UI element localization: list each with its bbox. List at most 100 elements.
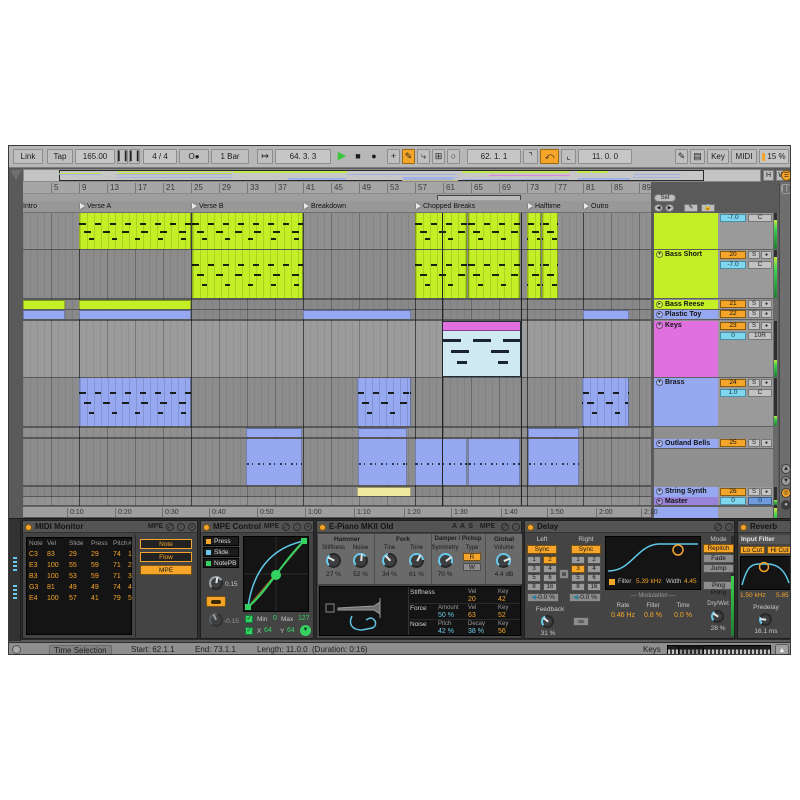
track-activator[interactable]: ● (761, 439, 772, 447)
reverb-freq-value[interactable]: 1.50 kHz (740, 592, 766, 599)
vertical-zoom-icon[interactable]: ▏▏▏ (781, 184, 791, 194)
feedback-value[interactable]: 31 % (535, 630, 561, 637)
clip[interactable] (358, 428, 407, 437)
track-arm-number[interactable]: 26 (720, 488, 746, 496)
hot-swap-icon[interactable]: ⤢ (501, 523, 509, 531)
bar-number[interactable]: 9 (79, 183, 86, 193)
next-locator-button[interactable]: ▶ (665, 204, 674, 212)
track-pan[interactable]: 10R (748, 332, 772, 340)
selection-edge[interactable] (442, 213, 443, 506)
mpe-control-title-bar[interactable]: MPE Control MPE ⤢ ↓ ● (201, 521, 313, 533)
bar-number[interactable]: 85 (611, 183, 623, 193)
range-enable-checkbox[interactable]: ✓ (245, 615, 253, 623)
delay-left-offset[interactable]: ◀-0.0 % (527, 593, 559, 602)
delay-beat-l-1[interactable]: 1 (527, 556, 541, 564)
midi-map-button[interactable]: MIDI (731, 149, 757, 164)
drywet-value[interactable]: 28 % (705, 625, 731, 632)
mpe-secondary-value[interactable]: -0.15 (224, 618, 239, 625)
clip[interactable] (79, 310, 191, 319)
bar-number[interactable]: 89 (639, 183, 651, 193)
tone-knob[interactable] (409, 553, 424, 568)
bar-number[interactable]: 57 (415, 183, 427, 193)
bar-number[interactable]: 29 (219, 183, 231, 193)
delay-beat-r-3[interactable]: 3 (571, 565, 585, 573)
follow-playhead-button[interactable]: ◎ (781, 488, 791, 498)
scrub-area[interactable] (23, 194, 651, 201)
max-value[interactable]: 127 (298, 615, 310, 622)
time-value[interactable]: 0.0 % (669, 612, 697, 619)
bar-number[interactable]: 17 (135, 183, 147, 193)
session-record-button[interactable]: ⊞ (432, 149, 445, 164)
track-header-outland-bells[interactable]: ▸Outland Bells25S● (654, 439, 773, 449)
rate-value[interactable]: 0.46 Hz (609, 612, 637, 619)
bar-number[interactable]: 25 (191, 183, 203, 193)
play-button[interactable]: ▶ (335, 149, 349, 164)
master-volume[interactable]: 0 (720, 497, 746, 505)
clip[interactable] (468, 439, 520, 485)
delay-left-sync-button[interactable]: Sync (527, 545, 557, 554)
track-header-bass-short[interactable]: ▾Bass Short20S●-7.0C (654, 250, 773, 299)
groove-amount-menu[interactable]: O● (179, 149, 209, 164)
y-value[interactable]: 64 (287, 627, 295, 634)
mpe-source-notepb[interactable]: NotePB (203, 558, 239, 568)
pickup-type-w-button[interactable]: W (463, 563, 481, 571)
hot-swap-icon[interactable]: ⤢ (714, 523, 722, 531)
track-header-track-0[interactable]: -7.0C (654, 213, 773, 250)
track-arm-number[interactable]: 23 (720, 322, 746, 330)
filter-freq-value[interactable]: 5.39 kHz (636, 578, 662, 585)
fold-device-icon[interactable]: ● (188, 523, 196, 531)
delay-beat-l-2[interactable]: 2 (543, 556, 557, 564)
predelay-value[interactable]: 16.1 ms (740, 628, 791, 635)
bar-number[interactable]: 5 (51, 183, 58, 193)
matrix-cell-value[interactable]: 38 % (468, 628, 484, 635)
cpu-meter[interactable]: 15 % (759, 149, 789, 164)
clip[interactable] (468, 250, 520, 298)
track-pan[interactable]: C (748, 389, 772, 397)
matrix-cell-value[interactable]: 63 (468, 612, 476, 619)
save-preset-icon[interactable]: ↓ (725, 523, 733, 531)
key-map-button[interactable]: Key (707, 149, 729, 164)
bar-number[interactable]: 21 (163, 183, 175, 193)
fold-track-icon[interactable]: ▸ (656, 301, 663, 308)
stop-button[interactable]: ■ (351, 149, 365, 164)
mpe-source-press[interactable]: Press (203, 536, 239, 546)
clip[interactable] (415, 439, 467, 485)
midi-monitor-title-bar[interactable]: MIDI Monitor MPE ⤢ ↓ ● (23, 521, 197, 533)
delay-beat-r-4[interactable]: 4 (587, 565, 601, 573)
clip[interactable] (192, 213, 303, 249)
scroll-down-button[interactable]: ▼ (781, 476, 791, 486)
track-volume[interactable]: 1.0 (720, 389, 746, 397)
bar-number[interactable]: 61 (443, 183, 455, 193)
clip[interactable] (582, 378, 629, 426)
computer-midi-keyboard-button[interactable]: ▤ (690, 149, 705, 164)
bar-number[interactable]: 41 (303, 183, 315, 193)
mpe-amount-knob[interactable] (209, 576, 223, 590)
loop-switch[interactable]: ⤺ (540, 149, 559, 164)
record-button[interactable]: ● (367, 149, 381, 164)
track-activator[interactable]: ● (761, 310, 772, 318)
bar-number[interactable]: 33 (247, 183, 259, 193)
delay-beat-r-8[interactable]: 8 (571, 583, 585, 591)
device-view-selector-strip[interactable] (9, 519, 21, 641)
track-pan[interactable]: C (748, 261, 772, 269)
track-name[interactable]: Brass (665, 379, 684, 386)
track-arm-number[interactable]: 21 (720, 300, 746, 308)
delay-filter-display[interactable]: Filter 5.39 kHz Width 4.45 (605, 536, 701, 590)
track-name[interactable]: Bass Short (665, 251, 702, 258)
save-preset-icon[interactable]: ↓ (512, 523, 520, 531)
bar-number[interactable]: 13 (107, 183, 119, 193)
bar-number[interactable]: 37 (275, 183, 287, 193)
clip[interactable] (23, 300, 65, 309)
track-name[interactable]: Keys (665, 322, 682, 329)
delay-right-offset[interactable]: ◀-0.0 % (569, 593, 601, 602)
clip[interactable] (415, 213, 467, 249)
min-value[interactable]: 0 (273, 615, 277, 622)
clip[interactable] (246, 428, 302, 437)
monitor-mode-mpe[interactable]: MPE (140, 565, 192, 575)
capture-midi-button[interactable]: ○ (447, 149, 460, 164)
track-activator[interactable]: ● (761, 488, 772, 496)
hot-swap-icon[interactable]: ⤢ (166, 523, 174, 531)
fold-device-icon[interactable]: ● (304, 523, 312, 531)
punch-in-button[interactable]: ⌝ (523, 149, 538, 164)
clip[interactable] (542, 213, 558, 249)
